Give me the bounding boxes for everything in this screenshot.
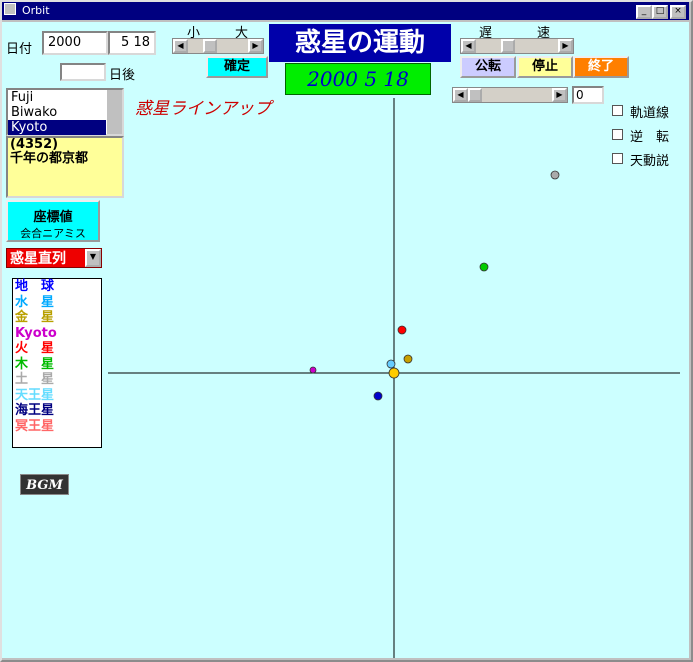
app-icon xyxy=(4,3,16,15)
planet-venus xyxy=(403,354,413,364)
title-bar: Orbit xyxy=(2,2,689,20)
minimize-button[interactable]: _ xyxy=(636,5,652,19)
planet-layer xyxy=(309,170,560,401)
close-button[interactable]: × xyxy=(670,5,686,19)
window-title: Orbit xyxy=(22,4,50,17)
planet-earth xyxy=(373,391,383,401)
planet-sun xyxy=(388,367,400,379)
planet-kyoto xyxy=(309,366,317,374)
planet-mercury xyxy=(386,359,396,369)
planet-mars xyxy=(397,325,407,335)
planet-saturn xyxy=(550,170,560,180)
orbit-canvas xyxy=(108,98,680,658)
maximize-button[interactable]: □ xyxy=(652,5,668,19)
planet-jupiter xyxy=(479,262,489,272)
client-area: 日付 2000 5 18 日後 小 大 ◀ ▶ 確定 惑星の運動 2000 5 … xyxy=(2,22,689,658)
